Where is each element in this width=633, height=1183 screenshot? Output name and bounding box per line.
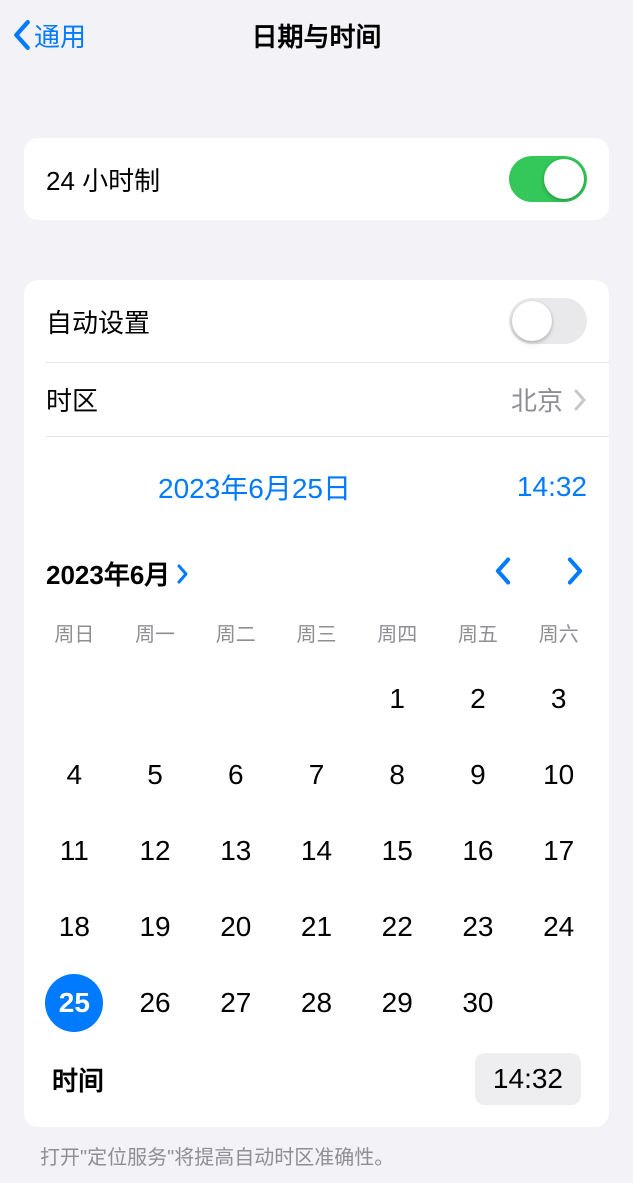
calendar-header: 2023年6月 — [34, 537, 599, 610]
calendar-day-empty — [276, 661, 357, 737]
footer-note: 打开"定位服务"将提高自动时区准确性。 — [0, 1127, 633, 1170]
calendar-day-empty — [195, 661, 276, 737]
page-title: 日期与时间 — [0, 17, 633, 54]
calendar-day[interactable]: 9 — [438, 737, 519, 813]
section-datetime: 自动设置 时区 北京 2023年6月25日 14:32 2023年6月 — [24, 280, 609, 1127]
calendar-day[interactable]: 17 — [518, 813, 599, 889]
calendar-day[interactable]: 1 — [357, 661, 438, 737]
calendar-day[interactable]: 6 — [195, 737, 276, 813]
time-row: 时间 14:32 — [34, 1041, 599, 1111]
calendar-day[interactable]: 8 — [357, 737, 438, 813]
calendar-day[interactable]: 24 — [518, 889, 599, 965]
label-24hour: 24 小时制 — [46, 161, 160, 198]
calendar-day[interactable]: 23 — [438, 889, 519, 965]
month-nav — [493, 557, 591, 590]
next-month-button[interactable] — [565, 557, 585, 590]
calendar-day[interactable]: 27 — [195, 965, 276, 1041]
day-of-week-header: 周一 — [115, 610, 196, 661]
calendar-day[interactable]: 4 — [34, 737, 115, 813]
chevron-right-icon — [565, 557, 585, 585]
calendar-day[interactable]: 22 — [357, 889, 438, 965]
row-auto-set: 自动设置 — [24, 280, 609, 362]
calendar-day[interactable]: 12 — [115, 813, 196, 889]
calendar-day[interactable]: 7 — [276, 737, 357, 813]
calendar-day[interactable]: 14 — [276, 813, 357, 889]
calendar-day[interactable]: 16 — [438, 813, 519, 889]
section-24hour: 24 小时制 — [24, 138, 609, 220]
row-timezone[interactable]: 时区 北京 — [46, 362, 609, 436]
label-timezone: 时区 — [46, 381, 98, 418]
calendar-day[interactable]: 28 — [276, 965, 357, 1041]
navigation-bar: 通用 日期与时间 — [0, 0, 633, 70]
calendar-day-empty — [115, 661, 196, 737]
row-selected-datetime: 2023年6月25日 14:32 — [46, 436, 609, 529]
calendar-day-empty — [34, 661, 115, 737]
calendar-grid: 周日周一周二周三周四周五周六12345678910111213141516171… — [34, 610, 599, 1041]
calendar-day[interactable]: 13 — [195, 813, 276, 889]
calendar-day[interactable]: 15 — [357, 813, 438, 889]
label-auto-set: 自动设置 — [46, 303, 150, 340]
chevron-left-icon — [493, 557, 513, 585]
day-of-week-header: 周六 — [518, 610, 599, 661]
selected-date[interactable]: 2023年6月25日 — [158, 467, 351, 507]
calendar-day[interactable]: 21 — [276, 889, 357, 965]
toggle-24hour[interactable] — [509, 156, 587, 202]
calendar-day[interactable]: 26 — [115, 965, 196, 1041]
day-of-week-header: 周三 — [276, 610, 357, 661]
prev-month-button[interactable] — [493, 557, 513, 590]
chevron-right-icon — [573, 389, 587, 411]
day-of-week-header: 周二 — [195, 610, 276, 661]
calendar-day[interactable]: 19 — [115, 889, 196, 965]
calendar-day[interactable]: 10 — [518, 737, 599, 813]
calendar-day[interactable]: 2 — [438, 661, 519, 737]
month-label: 2023年6月 — [46, 555, 170, 592]
calendar: 2023年6月 周日周一周二周三周四周五周六1234567891011 — [24, 529, 609, 1127]
month-picker[interactable]: 2023年6月 — [46, 555, 190, 592]
row-24hour: 24 小时制 — [24, 138, 609, 220]
calendar-day[interactable]: 20 — [195, 889, 276, 965]
calendar-day[interactable]: 5 — [115, 737, 196, 813]
day-of-week-header: 周五 — [438, 610, 519, 661]
timezone-detail: 北京 — [511, 381, 587, 418]
toggle-knob — [544, 159, 584, 199]
calendar-day[interactable]: 11 — [34, 813, 115, 889]
time-value: 14:32 — [493, 1063, 563, 1094]
selected-time[interactable]: 14:32 — [517, 471, 587, 503]
calendar-day[interactable]: 25 — [34, 965, 115, 1041]
day-of-week-header: 周日 — [34, 610, 115, 661]
calendar-day[interactable]: 18 — [34, 889, 115, 965]
toggle-knob — [512, 301, 552, 341]
time-picker[interactable]: 14:32 — [475, 1053, 581, 1105]
calendar-day[interactable]: 29 — [357, 965, 438, 1041]
calendar-day[interactable]: 30 — [438, 965, 519, 1041]
chevron-left-icon — [12, 19, 32, 51]
chevron-right-icon — [176, 563, 190, 585]
back-label: 通用 — [34, 17, 86, 54]
back-button[interactable]: 通用 — [12, 17, 86, 54]
calendar-day[interactable]: 3 — [518, 661, 599, 737]
toggle-auto-set[interactable] — [509, 298, 587, 344]
day-of-week-header: 周四 — [357, 610, 438, 661]
time-label: 时间 — [52, 1061, 104, 1098]
timezone-value: 北京 — [511, 381, 563, 418]
